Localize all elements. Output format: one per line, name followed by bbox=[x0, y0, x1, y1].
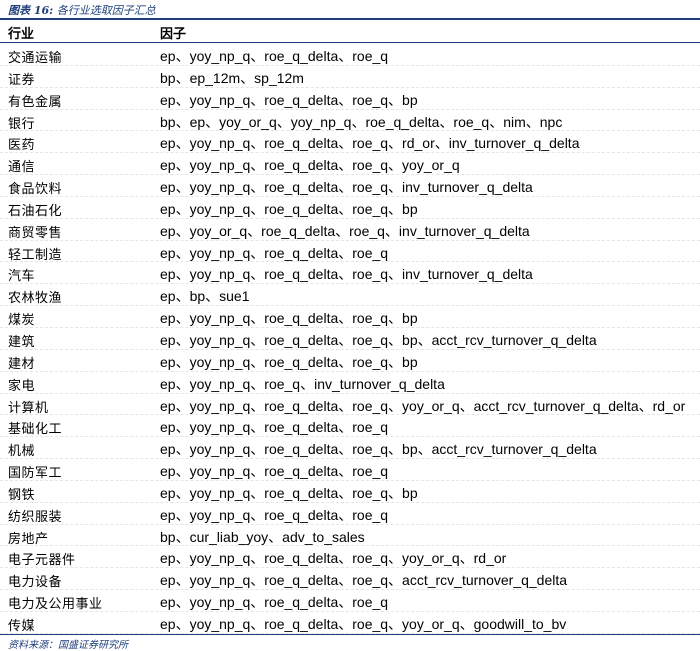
header-factors: 因子 bbox=[160, 27, 187, 42]
table-row: 基础化工 ep、yoy_np_q、roe_q_delta、roe_q bbox=[0, 415, 700, 437]
factors-cell: ep、yoy_np_q、roe_q_delta、roe_q、bp bbox=[160, 310, 418, 327]
table-row: 建筑 ep、yoy_np_q、roe_q_delta、roe_q、bp、acct_… bbox=[0, 328, 700, 350]
table-row: 钢铁 ep、yoy_np_q、roe_q_delta、roe_q、bp bbox=[0, 481, 700, 503]
table-row: 计算机 ep、yoy_np_q、roe_q_delta、roe_q、yoy_or_… bbox=[0, 394, 700, 416]
table-row: 食品饮料 ep、yoy_np_q、roe_q_delta、roe_q、inv_tu… bbox=[0, 175, 700, 197]
factors-cell: ep、yoy_np_q、roe_q_delta、roe_q bbox=[160, 506, 389, 523]
figure-caption: 图表 16: 各行业选取因子汇总 bbox=[8, 2, 156, 18]
industry-cell: 通信 bbox=[8, 160, 36, 176]
industry-cell: 商贸零售 bbox=[8, 225, 63, 241]
industry-cell: 银行 bbox=[8, 116, 36, 132]
figure-number: 图表 16: bbox=[8, 4, 54, 17]
table-row: 银行 bp、ep、yoy_or_q、yoy_np_q、roe_q_delta、ro… bbox=[0, 110, 700, 132]
table-row: 有色金属 ep、yoy_np_q、roe_q_delta、roe_q、bp bbox=[0, 88, 700, 110]
industry-cell: 钢铁 bbox=[8, 487, 36, 503]
table-row: 汽车 ep、yoy_np_q、roe_q_delta、roe_q、inv_turn… bbox=[0, 262, 700, 284]
industry-cell: 计算机 bbox=[8, 400, 49, 416]
factors-cell: ep、bp、sue1 bbox=[160, 288, 250, 305]
industry-cell: 石油石化 bbox=[8, 203, 63, 219]
industry-cell: 电子元器件 bbox=[8, 553, 76, 569]
factors-cell: ep、yoy_np_q、roe_q_delta、roe_q、bp bbox=[160, 200, 418, 217]
factors-cell: ep、yoy_np_q、roe_q_delta、roe_q、yoy_or_q、g… bbox=[160, 615, 567, 632]
industry-cell: 有色金属 bbox=[8, 94, 63, 110]
table-row: 传媒 ep、yoy_np_q、roe_q_delta、roe_q、yoy_or_q… bbox=[0, 612, 700, 634]
factors-cell: ep、yoy_np_q、roe_q_delta、roe_q bbox=[160, 463, 389, 480]
table-row: 纺织服装 ep、yoy_np_q、roe_q_delta、roe_q bbox=[0, 503, 700, 525]
header-industry: 行业 bbox=[8, 27, 35, 42]
factors-cell: ep、yoy_np_q、roe_q_delta、roe_q、yoy_or_q、a… bbox=[160, 397, 686, 414]
factors-cell: ep、yoy_np_q、roe_q_delta、roe_q、bp bbox=[160, 91, 418, 108]
industry-cell: 纺织服装 bbox=[8, 509, 63, 525]
factors-cell: ep、yoy_np_q、roe_q_delta、roe_q、bp、acct_rc… bbox=[160, 331, 597, 348]
factors-cell: ep、yoy_np_q、roe_q_delta、roe_q、rd_or、inv_… bbox=[160, 135, 580, 152]
figure-title: 各行业选取因子汇总 bbox=[56, 4, 156, 17]
factors-cell: ep、yoy_np_q、roe_q_delta、roe_q、bp bbox=[160, 484, 418, 501]
table-row: 农林牧渔 ep、bp、sue1 bbox=[0, 284, 700, 306]
industry-cell: 农林牧渔 bbox=[8, 291, 63, 307]
table-row: 轻工制造 ep、yoy_np_q、roe_q_delta、roe_q bbox=[0, 241, 700, 263]
table-row: 交通运输 ep、yoy_np_q、roe_q_delta、roe_q bbox=[0, 44, 700, 66]
industry-cell: 建筑 bbox=[8, 334, 36, 350]
table-row: 石油石化 ep、yoy_np_q、roe_q_delta、roe_q、bp bbox=[0, 197, 700, 219]
industry-cell: 交通运输 bbox=[8, 51, 63, 66]
source-note: 资料来源：国盛证券研究所 bbox=[8, 640, 128, 651]
table-row: 煤炭 ep、yoy_np_q、roe_q_delta、roe_q、bp bbox=[0, 306, 700, 328]
industry-cell: 证券 bbox=[8, 72, 36, 88]
factors-cell: bp、ep_12m、sp_12m bbox=[160, 69, 304, 86]
industry-cell: 电力设备 bbox=[8, 575, 63, 591]
industry-cell: 建材 bbox=[8, 356, 36, 372]
table-row: 商贸零售 ep、yoy_or_q、roe_q_delta、roe_q、inv_tu… bbox=[0, 219, 700, 241]
factors-cell: ep、yoy_np_q、roe_q_delta、roe_q bbox=[160, 48, 389, 64]
industry-cell: 汽车 bbox=[8, 269, 36, 285]
factors-cell: ep、yoy_np_q、roe_q_delta、roe_q、yoy_or_q bbox=[160, 157, 460, 174]
table-row: 机械 ep、yoy_np_q、roe_q_delta、roe_q、bp、acct_… bbox=[0, 437, 700, 459]
factors-cell: bp、ep、yoy_or_q、yoy_np_q、roe_q_delta、roe_… bbox=[160, 113, 563, 130]
industry-cell: 轻工制造 bbox=[8, 247, 63, 263]
industry-cell: 煤炭 bbox=[8, 313, 36, 329]
table-body: 交通运输 ep、yoy_np_q、roe_q_delta、roe_q 证券 bp、ep… bbox=[0, 44, 700, 634]
table-header: 行业 因子 bbox=[0, 20, 700, 42]
factors-cell: bp、cur_liab_yoy、adv_to_sales bbox=[160, 528, 365, 545]
table-row: 国防军工 ep、yoy_np_q、roe_q_delta、roe_q bbox=[0, 459, 700, 481]
table-row: 电力设备 ep、yoy_np_q、roe_q_delta、roe_q、acct_r… bbox=[0, 568, 700, 590]
factors-cell: ep、yoy_np_q、roe_q_delta、roe_q bbox=[160, 419, 389, 436]
industry-cell: 国防军工 bbox=[8, 466, 63, 482]
table-bottom-rule bbox=[0, 634, 700, 635]
industry-cell: 基础化工 bbox=[8, 422, 63, 438]
industry-cell: 电力及公用事业 bbox=[8, 597, 103, 613]
report-page: 图表 16: 各行业选取因子汇总 行业 因子 交通运输 ep、yoy_np_q、r… bbox=[0, 0, 700, 651]
table-row: 电力及公用事业 ep、yoy_np_q、roe_q_delta、roe_q bbox=[0, 590, 700, 612]
industry-cell: 食品饮料 bbox=[8, 182, 63, 198]
table-row: 家电 ep、yoy_np_q、roe_q、inv_turnover_q_delta bbox=[0, 372, 700, 394]
factors-cell: ep、yoy_np_q、roe_q_delta、roe_q、bp bbox=[160, 353, 418, 370]
factors-cell: ep、yoy_np_q、roe_q_delta、roe_q bbox=[160, 594, 389, 611]
factors-cell: ep、yoy_np_q、roe_q_delta、roe_q、acct_rcv_t… bbox=[160, 572, 568, 589]
factors-cell: ep、yoy_or_q、roe_q_delta、roe_q、inv_turnov… bbox=[160, 222, 530, 239]
table-row: 电子元器件 ep、yoy_np_q、roe_q_delta、roe_q、yoy_o… bbox=[0, 546, 700, 568]
table-row: 房地产 bp、cur_liab_yoy、adv_to_sales bbox=[0, 525, 700, 547]
factors-cell: ep、yoy_np_q、roe_q_delta、roe_q、yoy_or_q、r… bbox=[160, 550, 507, 567]
factors-cell: ep、yoy_np_q、roe_q_delta、roe_q bbox=[160, 244, 389, 261]
factors-cell: ep、yoy_np_q、roe_q_delta、roe_q、inv_turnov… bbox=[160, 179, 533, 196]
factors-cell: ep、yoy_np_q、roe_q_delta、roe_q、inv_turnov… bbox=[160, 266, 533, 283]
table-row: 医药 ep、yoy_np_q、roe_q_delta、roe_q、rd_or、in… bbox=[0, 131, 700, 153]
table-row: 通信 ep、yoy_np_q、roe_q_delta、roe_q、yoy_or_q bbox=[0, 153, 700, 175]
table-row: 建材 ep、yoy_np_q、roe_q_delta、roe_q、bp bbox=[0, 350, 700, 372]
table-header-rule bbox=[0, 42, 700, 43]
industry-cell: 机械 bbox=[8, 444, 36, 460]
industry-cell: 医药 bbox=[8, 138, 36, 154]
factors-cell: ep、yoy_np_q、roe_q_delta、roe_q、bp、acct_rc… bbox=[160, 441, 597, 458]
industry-cell: 房地产 bbox=[8, 531, 49, 547]
industry-cell: 传媒 bbox=[8, 618, 36, 634]
table-row: 证券 bp、ep_12m、sp_12m bbox=[0, 66, 700, 88]
industry-cell: 家电 bbox=[8, 378, 36, 394]
factors-cell: ep、yoy_np_q、roe_q、inv_turnover_q_delta bbox=[160, 375, 445, 392]
